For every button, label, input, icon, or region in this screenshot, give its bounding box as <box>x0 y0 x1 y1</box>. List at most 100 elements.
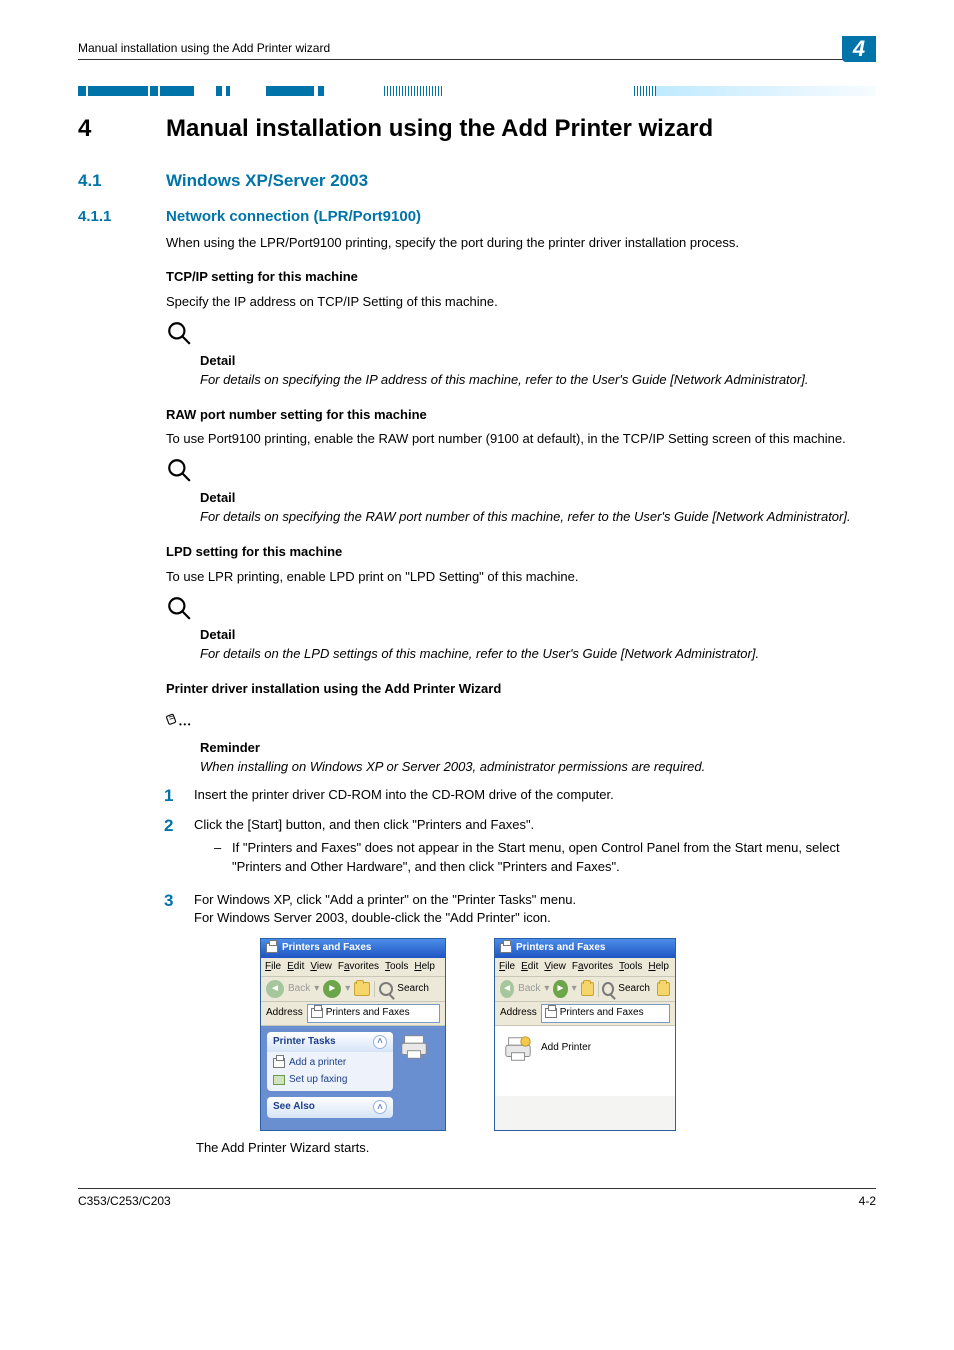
address-value: Printers and Faxes <box>560 1006 644 1021</box>
lpd-paragraph: To use LPR printing, enable LPD print on… <box>166 568 876 587</box>
search-icon[interactable] <box>602 982 614 996</box>
chapter-number: 4 <box>78 112 166 147</box>
add-printer-icon <box>503 1034 533 1064</box>
menu-view[interactable]: View <box>310 960 332 975</box>
set-up-faxing-link[interactable]: Set up faxing <box>273 1072 387 1089</box>
forward-button-icon[interactable]: ► <box>323 980 341 998</box>
menu-favorites[interactable]: Favorites <box>338 960 379 975</box>
step-number: 1 <box>164 786 194 806</box>
detail-label: Detail <box>200 489 876 508</box>
window-titlebar: Printers and Faxes <box>495 939 675 958</box>
server2003-printers-window: Printers and Faxes File Edit View Favori… <box>494 938 676 1131</box>
search-label: Search <box>618 982 650 997</box>
step-3-line-1: For Windows XP, click "Add a printer" on… <box>194 891 876 910</box>
detail-text: For details on the LPD settings of this … <box>200 645 876 664</box>
subsection-heading: 4.1.1 Network connection (LPR/Port9100) <box>78 206 876 228</box>
window-title-text: Printers and Faxes <box>282 941 371 956</box>
detail-label: Detail <box>200 626 876 645</box>
printer-icon <box>273 1058 285 1068</box>
menu-view[interactable]: View <box>544 960 566 975</box>
printer-large-icon[interactable] <box>399 1032 429 1062</box>
printer-icon <box>500 943 512 953</box>
address-value: Printers and Faxes <box>326 1006 410 1021</box>
menu-tools[interactable]: Tools <box>385 960 408 975</box>
window-menubar: File Edit View Favorites Tools Help <box>261 958 445 978</box>
back-button-icon[interactable]: ◄ <box>266 980 284 998</box>
step-1-text: Insert the printer driver CD-ROM into th… <box>194 786 876 806</box>
add-printer-label: Add Printer <box>541 1041 591 1056</box>
step-3-line-2: For Windows Server 2003, double-click th… <box>194 909 876 928</box>
printer-icon <box>545 1008 557 1018</box>
printer-icon <box>311 1008 323 1018</box>
chapter-title: Manual installation using the Add Printe… <box>166 112 713 147</box>
window-menubar: File Edit View Favorites Tools Help <box>495 958 675 978</box>
collapse-chevron-icon[interactable]: ˄ <box>373 1100 387 1114</box>
menu-tools[interactable]: Tools <box>619 960 642 975</box>
window-title-text: Printers and Faxes <box>516 941 605 956</box>
up-folder-icon[interactable] <box>581 982 594 996</box>
detail-text: For details on specifying the IP address… <box>200 371 876 390</box>
install-heading: Printer driver installation using the Ad… <box>166 680 876 699</box>
step-number: 3 <box>164 891 194 929</box>
raw-paragraph: To use Port9100 printing, enable the RAW… <box>166 430 876 449</box>
back-button-icon[interactable]: ◄ <box>500 980 514 998</box>
menu-edit[interactable]: Edit <box>287 960 304 975</box>
menu-edit[interactable]: Edit <box>521 960 538 975</box>
back-label: Back <box>518 982 540 997</box>
subsection-number: 4.1.1 <box>78 206 166 228</box>
bullet-dash: – <box>214 839 232 877</box>
search-icon[interactable] <box>379 982 393 996</box>
back-label: Back <box>288 982 310 997</box>
window-toolbar: ◄ Back ▾ ► ▾ Search <box>495 977 675 1002</box>
printer-tasks-header[interactable]: Printer Tasks <box>273 1035 336 1050</box>
window-titlebar: Printers and Faxes <box>261 939 445 958</box>
menu-file[interactable]: File <box>499 960 515 975</box>
printer-icon <box>266 943 278 953</box>
menu-help[interactable]: Help <box>414 960 435 975</box>
add-printer-item[interactable]: Add Printer <box>503 1034 667 1064</box>
footer-right: 4-2 <box>859 1193 876 1210</box>
magnifier-icon <box>166 457 192 489</box>
add-a-printer-link[interactable]: Add a printer <box>273 1055 387 1072</box>
step-2-sub-text: If "Printers and Faxes" does not appear … <box>232 839 876 877</box>
page-number-badge: 4 <box>842 36 876 62</box>
tcpip-heading: TCP/IP setting for this machine <box>166 268 876 287</box>
forward-button-icon[interactable]: ► <box>553 980 567 998</box>
menu-favorites[interactable]: Favorites <box>572 960 613 975</box>
address-field[interactable]: Printers and Faxes <box>541 1004 670 1023</box>
decorative-stripe <box>78 86 876 96</box>
section-title: Windows XP/Server 2003 <box>166 169 368 194</box>
reminder-text: When installing on Windows XP or Server … <box>200 758 876 777</box>
step-2-text: Click the [Start] button, and then click… <box>194 816 876 835</box>
address-label: Address <box>500 1006 537 1021</box>
detail-label: Detail <box>200 352 876 371</box>
footer-left: C353/C253/C203 <box>78 1193 171 1210</box>
wizard-starts-paragraph: The Add Printer Wizard starts. <box>196 1139 876 1158</box>
up-folder-icon[interactable] <box>354 982 370 996</box>
address-field[interactable]: Printers and Faxes <box>307 1004 440 1023</box>
raw-heading: RAW port number setting for this machine <box>166 406 876 425</box>
menu-file[interactable]: File <box>265 960 281 975</box>
fax-icon <box>273 1075 285 1085</box>
intro-paragraph: When using the LPR/Port9100 printing, sp… <box>166 234 876 253</box>
magnifier-icon <box>166 595 192 627</box>
menu-help[interactable]: Help <box>648 960 669 975</box>
magnifier-icon <box>166 320 192 352</box>
tcpip-paragraph: Specify the IP address on TCP/IP Setting… <box>166 293 876 312</box>
window-toolbar: ◄ Back ▾ ► ▾ Search <box>261 977 445 1002</box>
section-heading: 4.1 Windows XP/Server 2003 <box>78 169 876 194</box>
lpd-heading: LPD setting for this machine <box>166 543 876 562</box>
running-header: Manual installation using the Add Printe… <box>78 40 330 57</box>
section-number: 4.1 <box>78 169 166 194</box>
xp-printers-window: Printers and Faxes File Edit View Favori… <box>260 938 446 1131</box>
note-pen-icon <box>166 707 192 739</box>
collapse-chevron-icon[interactable]: ˄ <box>373 1035 387 1049</box>
chapter-heading: 4 Manual installation using the Add Prin… <box>78 112 876 147</box>
subsection-title: Network connection (LPR/Port9100) <box>166 206 421 228</box>
reminder-label: Reminder <box>200 739 876 758</box>
folders-icon[interactable] <box>657 982 670 996</box>
step-number: 2 <box>164 816 194 881</box>
see-also-header[interactable]: See Also <box>273 1100 315 1115</box>
detail-text: For details on specifying the RAW port n… <box>200 508 876 527</box>
address-label: Address <box>266 1006 303 1021</box>
